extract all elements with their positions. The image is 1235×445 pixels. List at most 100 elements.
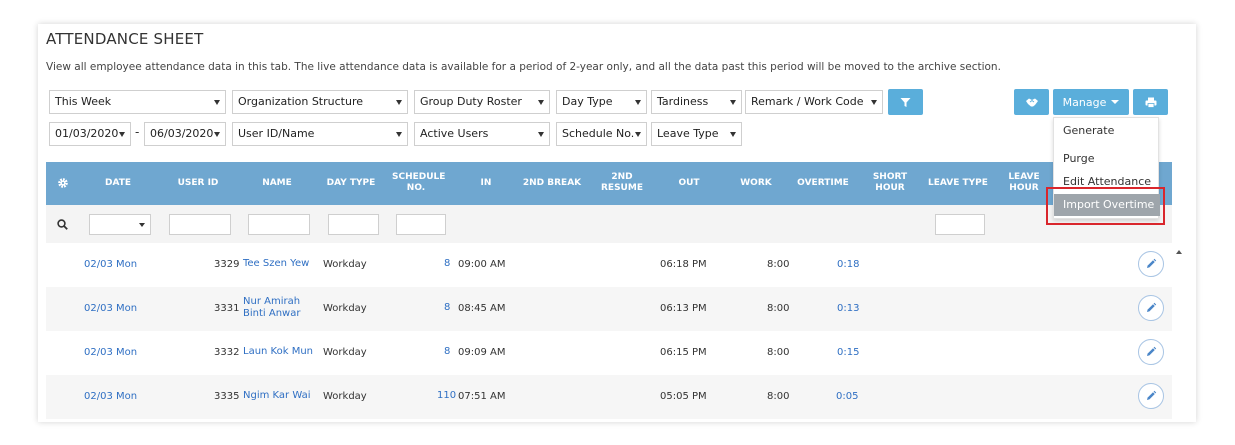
schedule-no-select[interactable]: Schedule No. — [556, 122, 647, 146]
pencil-icon — [1147, 390, 1157, 400]
table-row: 02/03 Mon 3329 Tee Szen Yew Workday 8 09… — [46, 243, 1172, 287]
page-title: ATTENDANCE SHEET — [46, 30, 204, 48]
manage-button[interactable]: Manage — [1053, 89, 1129, 115]
filter-icon — [900, 97, 911, 107]
pencil-icon — [1147, 302, 1157, 312]
col-schedule-no[interactable]: SCHEDULE NO. — [392, 172, 445, 194]
group-duty-roster-value: Group Duty Roster — [420, 95, 522, 108]
col-out[interactable]: OUT — [674, 178, 704, 189]
day-type-filter-input[interactable] — [328, 214, 379, 235]
col-2nd-resume[interactable]: 2ND RESUME — [598, 172, 646, 194]
menu-item-purge[interactable]: Purge — [1063, 152, 1095, 165]
caret-down-icon — [730, 100, 736, 105]
period-select[interactable]: This Week — [49, 90, 226, 114]
row-overtime[interactable]: 0:15 — [837, 347, 859, 358]
caret-down-icon — [871, 100, 877, 105]
table-header: DATE USER ID NAME DAY TYPE SCHEDULE NO. … — [46, 162, 1172, 205]
row-date[interactable]: 02/03 Mon — [84, 303, 137, 314]
leave-type-value: Leave Type — [657, 127, 719, 140]
col-overtime[interactable]: OVERTIME — [794, 178, 852, 189]
row-schedule[interactable]: 110 — [437, 390, 456, 401]
col-leave-hour[interactable]: LEAVE HOUR — [1008, 172, 1040, 194]
day-type-select[interactable]: Day Type — [556, 90, 647, 114]
row-name[interactable]: Laun Kok Mun — [243, 346, 313, 357]
user-id-filter-input[interactable] — [169, 214, 231, 235]
leave-type-filter-input[interactable] — [935, 214, 985, 235]
user-select[interactable]: User ID/Name — [232, 122, 408, 146]
caret-down-icon — [730, 132, 736, 137]
org-structure-value: Organization Structure — [238, 95, 363, 108]
col-leave-type[interactable]: LEAVE TYPE — [926, 178, 990, 189]
print-button[interactable] — [1133, 89, 1168, 115]
caret-down-icon — [214, 132, 220, 137]
row-in: 09:00 AM — [458, 259, 506, 270]
row-name[interactable]: Ngim Kar Wai — [243, 390, 310, 401]
col-work[interactable]: WORK — [738, 178, 774, 189]
col-name[interactable]: NAME — [252, 178, 302, 189]
col-2nd-break[interactable]: 2ND BREAK — [520, 178, 584, 189]
edit-button[interactable] — [1138, 383, 1164, 409]
caret-down-icon — [214, 100, 220, 105]
row-out: 06:18 PM — [660, 259, 707, 270]
tardiness-select[interactable]: Tardiness — [651, 90, 742, 114]
caret-down-icon — [635, 132, 641, 137]
col-day-type[interactable]: DAY TYPE — [322, 178, 380, 189]
remark-select[interactable]: Remark / Work Code — [745, 90, 883, 114]
row-date[interactable]: 02/03 Mon — [84, 391, 137, 402]
row-date[interactable]: 02/03 Mon — [84, 347, 137, 358]
period-value: This Week — [55, 95, 112, 108]
handshake-button[interactable] — [1014, 89, 1049, 115]
row-day-type: Workday — [323, 347, 367, 358]
gear-icon — [58, 178, 68, 188]
row-schedule[interactable]: 8 — [444, 302, 450, 313]
highlight-annotation-box — [1046, 187, 1165, 225]
column-filter-row — [46, 205, 1172, 243]
row-day-type: Workday — [323, 303, 367, 314]
row-schedule[interactable]: 8 — [444, 258, 450, 269]
caret-down-icon — [1111, 100, 1120, 104]
row-date[interactable]: 02/03 Mon — [84, 259, 137, 270]
row-name[interactable]: Tee Szen Yew — [243, 258, 309, 269]
schedule-filter-input[interactable] — [396, 214, 446, 235]
org-structure-select[interactable]: Organization Structure — [232, 90, 408, 114]
caret-down-icon — [538, 100, 544, 105]
scroll-up-arrow-icon[interactable] — [1176, 250, 1182, 254]
row-overtime[interactable]: 0:18 — [837, 259, 859, 270]
col-date[interactable]: DATE — [98, 178, 138, 189]
edit-button[interactable] — [1138, 295, 1164, 321]
vertical-scrollbar[interactable] — [1175, 256, 1183, 420]
name-filter-input[interactable] — [248, 214, 310, 235]
remark-value: Remark / Work Code — [751, 95, 864, 108]
date-filter-select[interactable] — [89, 214, 151, 235]
caret-down-icon — [396, 132, 402, 137]
row-overtime[interactable]: 0:13 — [837, 303, 859, 314]
leave-type-select[interactable]: Leave Type — [651, 122, 742, 146]
row-overtime[interactable]: 0:05 — [836, 391, 858, 402]
col-short-hour[interactable]: SHORT HOUR — [870, 172, 910, 194]
day-type-value: Day Type — [562, 95, 613, 108]
col-user-id[interactable]: USER ID — [174, 178, 222, 189]
row-name[interactable]: Nur Amirah Binti Anwar — [243, 296, 305, 320]
tardiness-value: Tardiness — [657, 95, 709, 108]
schedule-no-value: Schedule No. — [562, 127, 635, 140]
group-duty-roster-select[interactable]: Group Duty Roster — [414, 90, 550, 114]
row-work: 8:00 — [767, 259, 790, 270]
active-users-value: Active Users — [420, 127, 489, 140]
caret-down-icon — [119, 132, 125, 137]
row-schedule[interactable]: 8 — [444, 346, 450, 357]
caret-down-icon — [396, 100, 402, 105]
col-in[interactable]: IN — [476, 178, 496, 189]
date-separator: - — [135, 125, 140, 139]
active-users-select[interactable]: Active Users — [414, 122, 550, 146]
date-from-input[interactable]: 01/03/2020 — [49, 122, 131, 146]
menu-item-generate[interactable]: Generate — [1063, 124, 1114, 137]
edit-button[interactable] — [1138, 251, 1164, 277]
filter-button[interactable] — [888, 89, 923, 115]
table-row: 02/03 Mon 3332 Laun Kok Mun Workday 8 09… — [46, 331, 1172, 375]
row-user-id: 3332 — [214, 347, 240, 358]
row-out: 05:05 PM — [660, 391, 707, 402]
attendance-card: ATTENDANCE SHEET View all employee atten… — [38, 24, 1196, 422]
row-out: 06:15 PM — [660, 347, 707, 358]
edit-button[interactable] — [1138, 339, 1164, 365]
date-to-input[interactable]: 06/03/2020 — [144, 122, 226, 146]
